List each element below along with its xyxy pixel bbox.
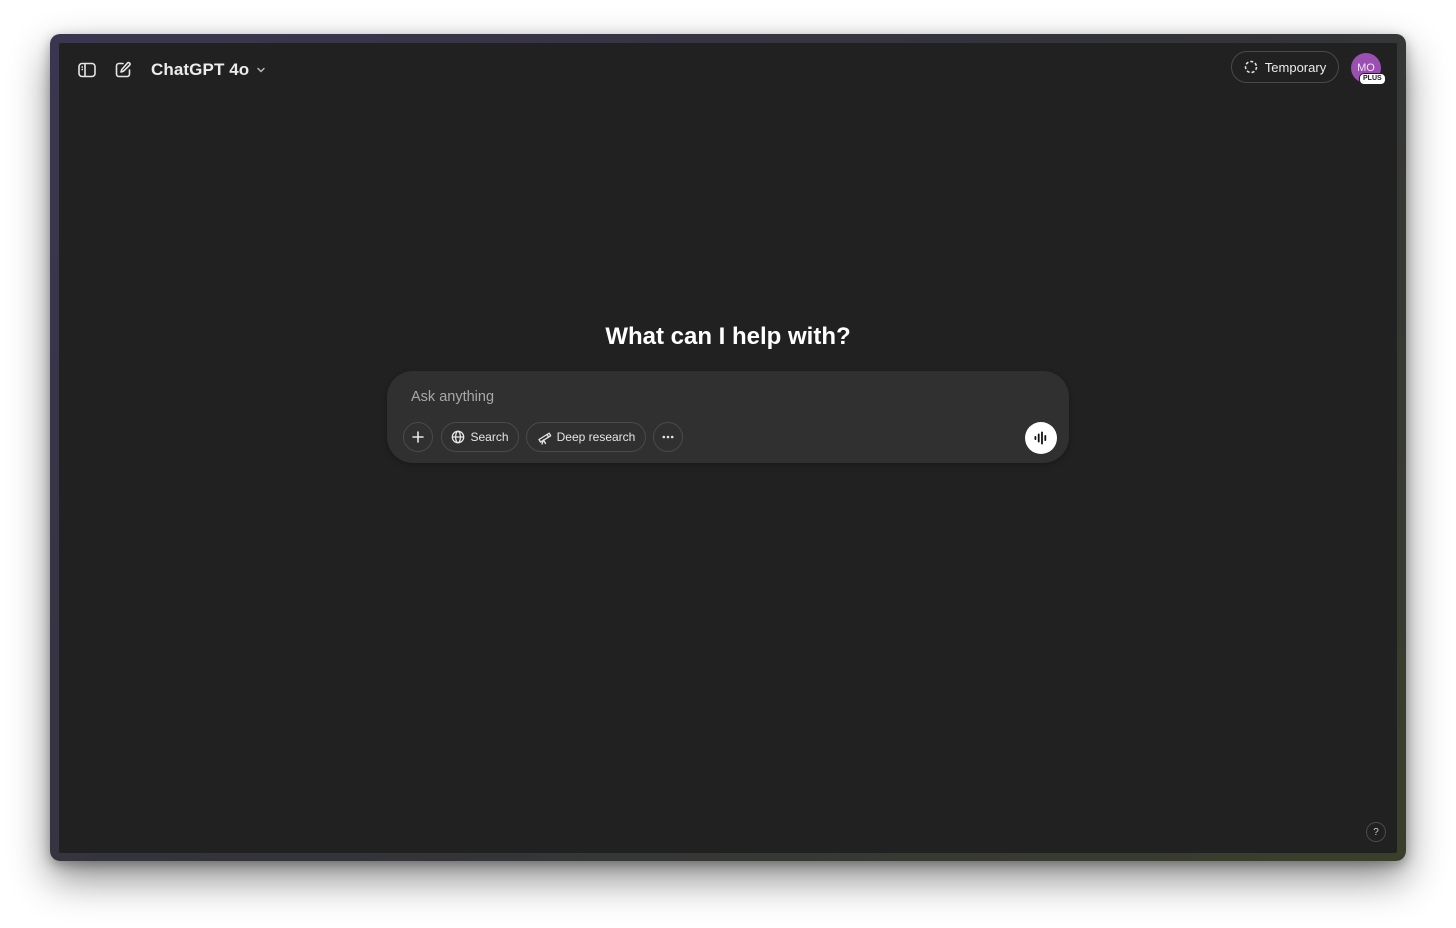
new-chat-button[interactable] bbox=[107, 54, 139, 86]
help-button[interactable]: ? bbox=[1366, 822, 1386, 842]
voice-mode-button[interactable] bbox=[1025, 422, 1057, 454]
chat-app: ChatGPT 4o Temporary MO PLUS What can I … bbox=[59, 43, 1397, 853]
help-label: ? bbox=[1373, 826, 1379, 838]
plus-icon bbox=[412, 431, 424, 443]
globe-icon bbox=[452, 430, 465, 444]
temporary-label: Temporary bbox=[1264, 59, 1327, 75]
ellipsis-icon bbox=[662, 435, 674, 439]
telescope-icon bbox=[537, 432, 551, 445]
plan-badge: PLUS bbox=[1359, 73, 1386, 85]
search-button[interactable]: Search bbox=[441, 422, 519, 452]
deep-research-label: Deep research bbox=[556, 430, 636, 444]
app-window: ChatGPT 4o Temporary MO PLUS What can I … bbox=[50, 34, 1406, 861]
model-picker[interactable]: ChatGPT 4o bbox=[145, 54, 273, 86]
prompt-input[interactable] bbox=[411, 385, 1031, 409]
sidebar-toggle-button[interactable] bbox=[71, 54, 103, 86]
page-title: What can I help with? bbox=[605, 323, 851, 350]
temporary-chat-button[interactable]: Temporary bbox=[1231, 51, 1339, 83]
attach-button[interactable] bbox=[403, 422, 433, 452]
voice-waveform-icon bbox=[1034, 431, 1047, 445]
composer: Search Deep research bbox=[387, 371, 1069, 463]
deep-research-button[interactable]: Deep research bbox=[526, 422, 646, 452]
chevron-down-icon bbox=[257, 67, 266, 73]
more-tools-button[interactable] bbox=[653, 422, 683, 452]
compose-icon bbox=[115, 61, 131, 78]
sidebar-icon bbox=[78, 62, 96, 78]
search-label: Search bbox=[470, 430, 509, 444]
model-name: ChatGPT 4o bbox=[151, 60, 250, 79]
dashed-circle-icon bbox=[1244, 60, 1258, 74]
